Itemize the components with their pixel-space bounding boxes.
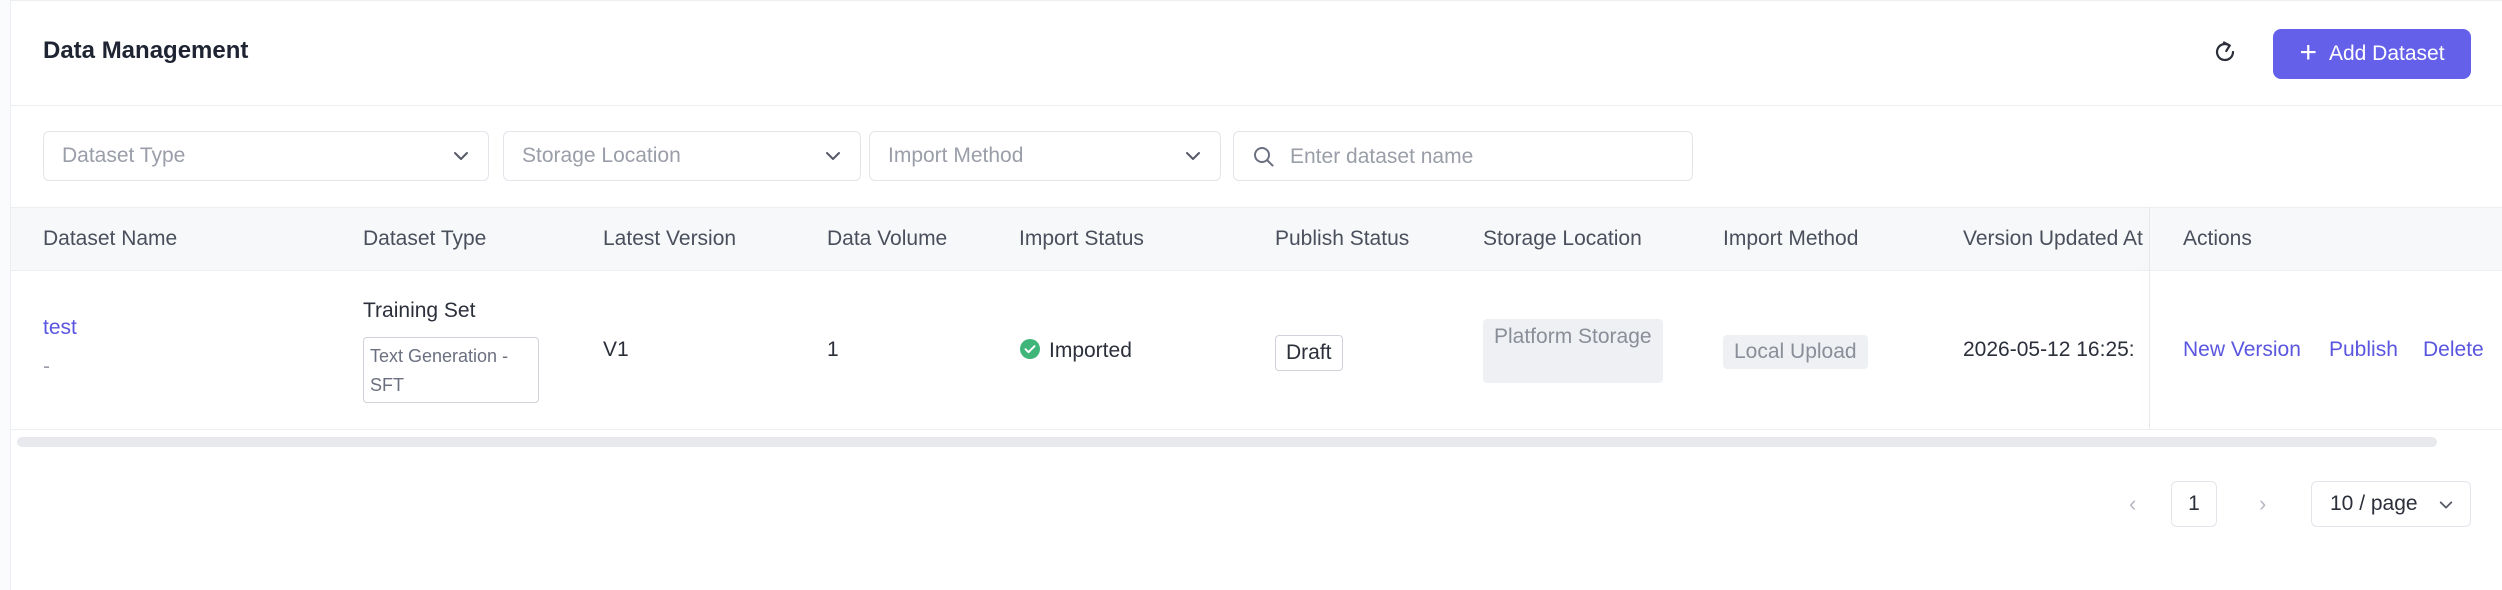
refresh-icon	[2215, 41, 2235, 62]
chevron-down-icon	[454, 152, 468, 160]
refresh-button[interactable]	[2211, 38, 2239, 66]
column-header-data-volume: Data Volume	[827, 227, 948, 250]
chevron-down-icon	[1186, 152, 1200, 160]
column-header-import-status: Import Status	[1019, 227, 1144, 250]
import-method-tag: Local Upload	[1723, 335, 1868, 369]
dataset-type: Training Set	[363, 299, 476, 322]
page-size-select[interactable]: 10 / page	[2311, 481, 2471, 527]
search-input[interactable]	[1288, 142, 1672, 172]
publish-link[interactable]: Publish	[2329, 338, 2398, 362]
dataset-type-select[interactable]: Dataset Type	[43, 131, 489, 181]
page-header: Data Management + Add Dataset	[11, 1, 2502, 106]
search-icon	[1254, 147, 1274, 167]
version-updated-at: 2026-05-12 16:25:	[1963, 338, 2135, 361]
latest-version: V1	[603, 338, 629, 361]
chevron-down-icon	[2439, 501, 2453, 509]
plus-icon: +	[2299, 35, 2317, 69]
add-dataset-button[interactable]: + Add Dataset	[2273, 29, 2471, 79]
import-status: Imported	[1019, 338, 1132, 363]
dataset-name-link[interactable]: test	[43, 316, 77, 340]
dataset-search	[1233, 131, 1693, 181]
column-header-dataset-type: Dataset Type	[363, 227, 487, 250]
table-row: test - Training Set Text Generation - SF…	[11, 269, 2502, 430]
prev-page-icon[interactable]: ‹	[2129, 491, 2136, 517]
check-circle-icon	[1020, 339, 1040, 359]
storage-location-placeholder: Storage Location	[522, 144, 681, 167]
import-method-select[interactable]: Import Method	[869, 131, 1221, 181]
dataset-type-placeholder: Dataset Type	[62, 144, 186, 167]
dataset-subtype-tag: Text Generation - SFT	[363, 337, 539, 403]
table-header: Dataset Name Dataset Type Latest Version…	[11, 207, 2502, 271]
column-header-dataset-name: Dataset Name	[43, 227, 178, 250]
import-method-placeholder: Import Method	[888, 144, 1024, 167]
delete-link[interactable]: Delete	[2423, 338, 2484, 362]
data-management-panel: Data Management + Add Dataset Dataset Ty…	[10, 0, 2502, 590]
column-header-storage-location: Storage Location	[1483, 227, 1642, 250]
horizontal-scrollbar[interactable]	[17, 437, 2437, 447]
storage-location-tag: Platform Storage	[1483, 319, 1663, 383]
page-title: Data Management	[43, 37, 249, 64]
column-header-latest-version: Latest Version	[603, 227, 737, 250]
fixed-column-divider	[2149, 207, 2150, 429]
page-number-button[interactable]: 1	[2171, 481, 2217, 527]
import-status-label: Imported	[1049, 339, 1132, 362]
publish-status-badge: Draft	[1275, 335, 1343, 371]
column-header-actions: Actions	[2183, 227, 2252, 250]
column-header-version-updated-at: Version Updated At	[1963, 227, 2143, 250]
new-version-link[interactable]: New Version	[2183, 338, 2301, 362]
next-page-icon[interactable]: ›	[2259, 491, 2266, 517]
data-volume: 1	[827, 338, 839, 361]
dataset-description: -	[43, 355, 50, 378]
column-header-publish-status: Publish Status	[1275, 227, 1410, 250]
chevron-down-icon	[826, 152, 840, 160]
add-dataset-label: Add Dataset	[2328, 42, 2445, 65]
column-header-import-method: Import Method	[1723, 227, 1859, 250]
page-size-label: 10 / page	[2330, 492, 2418, 515]
storage-location-select[interactable]: Storage Location	[503, 131, 861, 181]
